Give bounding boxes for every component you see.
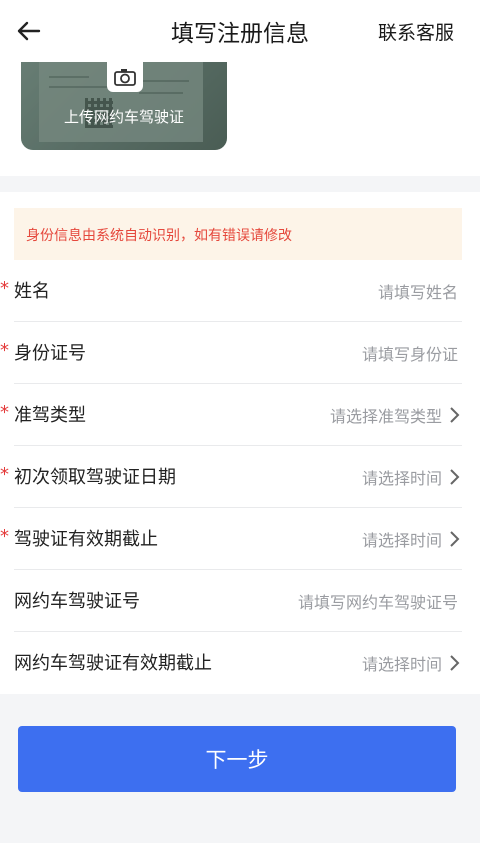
next-step-button[interactable]: 下一步 <box>18 726 456 792</box>
form-row-license-expiry[interactable]: * 驾驶证有效期截止 请选择时间 <box>0 508 480 570</box>
field-select[interactable]: 请选择时间 <box>362 527 442 551</box>
form-row-name[interactable]: * 姓名 请填写姓名 <box>0 260 480 322</box>
form-row-first-license-date[interactable]: * 初次领取驾驶证日期 请选择时间 <box>0 446 480 508</box>
registration-form: 身份信息由系统自动识别，如有错误请修改 * 姓名 请填写姓名 * 身份证号 请填写身份证 *… <box>0 192 480 694</box>
field-select[interactable]: 请选择时间 <box>362 465 442 489</box>
field-select[interactable]: 请选择时间 <box>362 651 442 675</box>
required-mark: * <box>0 278 9 299</box>
field-input[interactable]: 请填写身份证 <box>362 341 458 365</box>
field-label: 初次领取驾驶证日期 <box>14 467 176 488</box>
license-upload-card[interactable]: 上传网约车驾驶证 <box>21 62 227 150</box>
contact-service-link[interactable]: 联系客服 <box>378 18 454 45</box>
upload-section: 上传网约车驾驶证 <box>0 62 480 176</box>
field-label: 准驾类型 <box>14 405 86 426</box>
form-row-ride-hailing-license-expiry[interactable]: 网约车驾驶证有效期截止 请选择时间 <box>0 632 480 694</box>
field-select[interactable]: 请选择准驾类型 <box>330 403 442 427</box>
required-mark: * <box>0 402 9 423</box>
back-button[interactable] <box>12 14 46 48</box>
upload-license-label: 上传网约车驾驶证 <box>63 108 184 126</box>
field-input[interactable]: 请填写网约车驾驶证号 <box>298 589 458 613</box>
required-mark: * <box>0 464 9 485</box>
form-row-ride-hailing-license-number[interactable]: 网约车驾驶证号 请填写网约车驾驶证号 <box>0 570 480 632</box>
chevron-right-icon <box>450 407 460 423</box>
field-label: 身份证号 <box>14 343 86 364</box>
chevron-right-icon <box>450 655 460 671</box>
field-label: 姓名 <box>14 281 50 302</box>
field-label: 驾驶证有效期截止 <box>14 529 158 550</box>
form-row-id-number[interactable]: * 身份证号 请填写身份证 <box>0 322 480 384</box>
chevron-right-icon <box>450 469 460 485</box>
camera-icon <box>107 62 143 92</box>
field-input[interactable]: 请填写姓名 <box>378 279 458 303</box>
required-mark: * <box>0 526 9 547</box>
back-arrow-icon <box>17 21 41 41</box>
field-label: 网约车驾驶证有效期截止 <box>14 653 212 674</box>
chevron-right-icon <box>450 531 460 547</box>
header-bar: 填写注册信息 联系客服 <box>0 0 480 62</box>
auto-recognition-notice: 身份信息由系统自动识别，如有错误请修改 <box>14 208 462 260</box>
field-label: 网约车驾驶证号 <box>14 591 140 612</box>
form-row-license-class[interactable]: * 准驾类型 请选择准驾类型 <box>0 384 480 446</box>
required-mark: * <box>0 340 9 361</box>
